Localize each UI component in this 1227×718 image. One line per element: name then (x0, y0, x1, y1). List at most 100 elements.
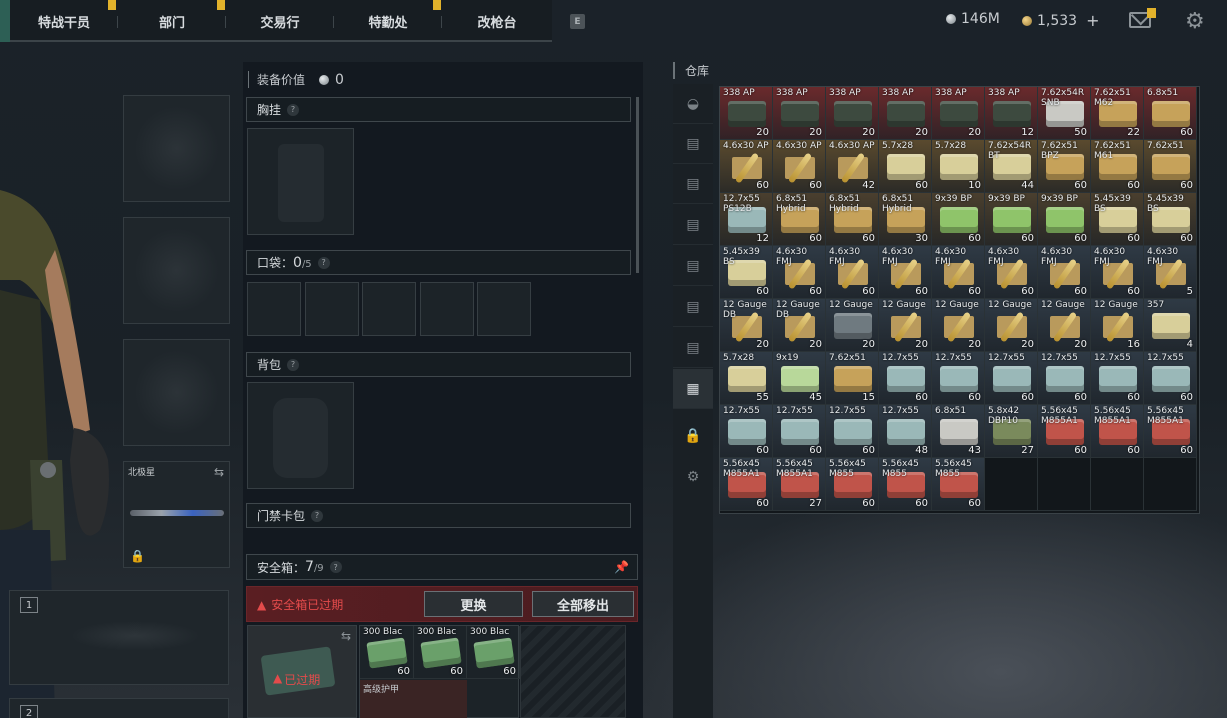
warehouse-item[interactable]: 4.6x30 AP 60 (720, 140, 773, 193)
warehouse-item[interactable]: 4.6x30 AP 42 (826, 140, 879, 193)
warehouse-item[interactable]: 7.62x51 M62 22 (1091, 87, 1144, 140)
safebox-item[interactable]: 300 Blac 60 (414, 626, 467, 679)
help-icon[interactable]: ? (287, 358, 300, 371)
warehouse-item[interactable]: 12 Gauge 20 (932, 299, 985, 352)
replace-button[interactable]: 更换 (424, 591, 523, 617)
warehouse-item[interactable]: 6.8x51 60 (1144, 87, 1197, 140)
warehouse-item[interactable]: 5.56x45 M855 60 (932, 458, 985, 511)
warehouse-item[interactable]: 9x19 45 (773, 352, 826, 405)
warehouse-item[interactable]: 12.7x55 60 (879, 352, 932, 405)
pocket-slot[interactable] (305, 282, 359, 336)
warehouse-item[interactable]: 4.6x30 FMJ 60 (826, 246, 879, 299)
help-icon[interactable]: ? (317, 256, 330, 269)
warehouse-item[interactable]: 4.6x30 FMJ 60 (932, 246, 985, 299)
warehouse-item[interactable]: 6.8x51 43 (932, 405, 985, 458)
pocket-slot[interactable] (247, 282, 301, 336)
pocket-slot[interactable] (420, 282, 474, 336)
rail-tab-i-icon[interactable]: ▤ (673, 205, 713, 245)
armor-item[interactable]: 高级护甲 (360, 680, 467, 718)
warehouse-item[interactable]: 5.45x39 BS 60 (720, 246, 773, 299)
gold-currency[interactable]: 1,533 + (1022, 11, 1100, 30)
rail-tab-ii-icon[interactable]: ▤ (673, 124, 713, 164)
gear-icon[interactable]: ⚙ (1185, 9, 1205, 34)
warehouse-item[interactable]: 12 Gauge 20 (826, 299, 879, 352)
warehouse-item[interactable]: 7.62x51 15 (826, 352, 879, 405)
warehouse-item[interactable]: 12 Gauge 20 (1038, 299, 1091, 352)
warehouse-item[interactable]: 12.7x55 60 (1038, 352, 1091, 405)
tab-market[interactable]: 交易行 (226, 0, 334, 42)
warehouse-item[interactable]: 9x39 BP 60 (932, 193, 985, 246)
safebox-item[interactable]: 300 Blac 60 (467, 626, 520, 679)
warehouse-item[interactable]: 5.56x45 M855 60 (879, 458, 932, 511)
secondary-weapon-slot[interactable]: 2 (9, 698, 229, 718)
warehouse-item[interactable]: 12 Gauge 20 (879, 299, 932, 352)
warehouse-item[interactable]: 9x39 BP 60 (1038, 193, 1091, 246)
warehouse-item[interactable]: 5.56x45 M855A1 60 (1144, 405, 1197, 458)
warehouse-item[interactable]: 338 AP 20 (879, 87, 932, 140)
tab-department[interactable]: 部门 (118, 0, 226, 42)
key-hint-icon[interactable]: E (570, 14, 585, 29)
armor-slot[interactable] (123, 217, 230, 324)
warehouse-item[interactable]: 357 4 (1144, 299, 1197, 352)
warehouse-item[interactable]: 6.8x51 Hybrid 30 (879, 193, 932, 246)
warehouse-item[interactable]: 12.7x55 60 (773, 405, 826, 458)
lock-icon[interactable]: 🔒 (673, 416, 713, 456)
warehouse-item[interactable]: 5.56x45 M855A1 60 (720, 458, 773, 511)
safebox-container[interactable]: ⇆ ▲ 已过期 (247, 625, 357, 718)
rail-tab-v-icon[interactable]: ▤ (673, 246, 713, 286)
warehouse-item[interactable]: 5.45x39 BS 60 (1091, 193, 1144, 246)
warehouse-item[interactable]: 12 Gauge DB 20 (720, 299, 773, 352)
warehouse-item[interactable]: 5.56x45 M855 60 (826, 458, 879, 511)
warehouse-item[interactable]: 338 AP 20 (773, 87, 826, 140)
tab-gunsmith[interactable]: 改枪台 (442, 0, 552, 42)
swap-icon[interactable]: ⇆ (341, 629, 351, 643)
warehouse-item[interactable]: 5.45x39 BS 60 (1144, 193, 1197, 246)
warehouse-item[interactable]: 12.7x55 60 (826, 405, 879, 458)
warehouse-item[interactable]: 6.8x51 Hybrid 60 (773, 193, 826, 246)
pistol-slot[interactable] (123, 339, 230, 446)
warehouse-item[interactable]: 5.7x28 60 (879, 140, 932, 193)
warehouse-item[interactable]: 5.56x45 M855A1 60 (1038, 405, 1091, 458)
warehouse-item[interactable]: 5.8x42 DBP10 27 (985, 405, 1038, 458)
empty-cell[interactable] (985, 458, 1038, 511)
warehouse-item[interactable]: 12.7x55 60 (985, 352, 1038, 405)
gear-icon[interactable]: ⚙ (673, 457, 713, 497)
loadout-scrollbar[interactable] (636, 97, 639, 273)
primary-weapon-slot[interactable]: 1 (9, 590, 229, 685)
warehouse-item[interactable]: 7.62x54R SNB 50 (1038, 87, 1091, 140)
warehouse-item[interactable]: 5.56x45 M855A1 60 (1091, 405, 1144, 458)
warehouse-item[interactable]: 12.7x55 60 (1144, 352, 1197, 405)
safebox-item[interactable]: 300 Blac 60 (360, 626, 414, 679)
help-icon[interactable]: ? (287, 103, 300, 116)
add-currency-icon[interactable]: + (1086, 11, 1099, 30)
pocket-slot[interactable] (477, 282, 531, 336)
warehouse-item[interactable]: 4.6x30 FMJ 60 (879, 246, 932, 299)
tab-special-ops[interactable]: 特勤处 (334, 0, 442, 42)
swap-icon[interactable]: ⇆ (214, 465, 224, 479)
warehouse-item[interactable]: 5.56x45 M855A1 27 (773, 458, 826, 511)
help-icon[interactable]: ? (311, 509, 324, 522)
warehouse-item[interactable]: 12 Gauge 16 (1091, 299, 1144, 352)
empty-cell[interactable] (1144, 458, 1197, 511)
warehouse-item[interactable]: 4.6x30 FMJ 60 (773, 246, 826, 299)
warehouse-item[interactable]: 338 AP 20 (720, 87, 773, 140)
melee-slot[interactable]: 北极星 ⇆ 🔒 (123, 461, 230, 568)
tab-operators[interactable]: 特战干员 (10, 0, 118, 42)
warehouse-item[interactable]: 12.7x55 60 (932, 352, 985, 405)
warehouse-item[interactable]: 4.6x30 FMJ 60 (985, 246, 1038, 299)
warehouse-item[interactable]: 338 AP 20 (932, 87, 985, 140)
empty-cell[interactable] (1091, 458, 1144, 511)
warehouse-item[interactable]: 338 AP 12 (985, 87, 1038, 140)
warehouse-item[interactable]: 6.8x51 Hybrid 60 (826, 193, 879, 246)
warehouse-item[interactable]: 4.6x30 AP 60 (773, 140, 826, 193)
warehouse-item[interactable]: 4.6x30 FMJ 60 (1038, 246, 1091, 299)
warehouse-item[interactable]: 12.7x55 60 (720, 405, 773, 458)
helmet-slot[interactable] (123, 95, 230, 202)
warehouse-item[interactable]: 12.7x55 60 (1091, 352, 1144, 405)
warehouse-item[interactable]: 12.7x55 PS12B 12 (720, 193, 773, 246)
warehouse-item[interactable]: 7.62x51 M61 60 (1091, 140, 1144, 193)
warehouse-item[interactable]: 338 AP 20 (826, 87, 879, 140)
backpack-slot[interactable] (247, 382, 354, 489)
warehouse-item[interactable]: 9x39 BP 60 (985, 193, 1038, 246)
warehouse-item[interactable]: 5.7x28 10 (932, 140, 985, 193)
